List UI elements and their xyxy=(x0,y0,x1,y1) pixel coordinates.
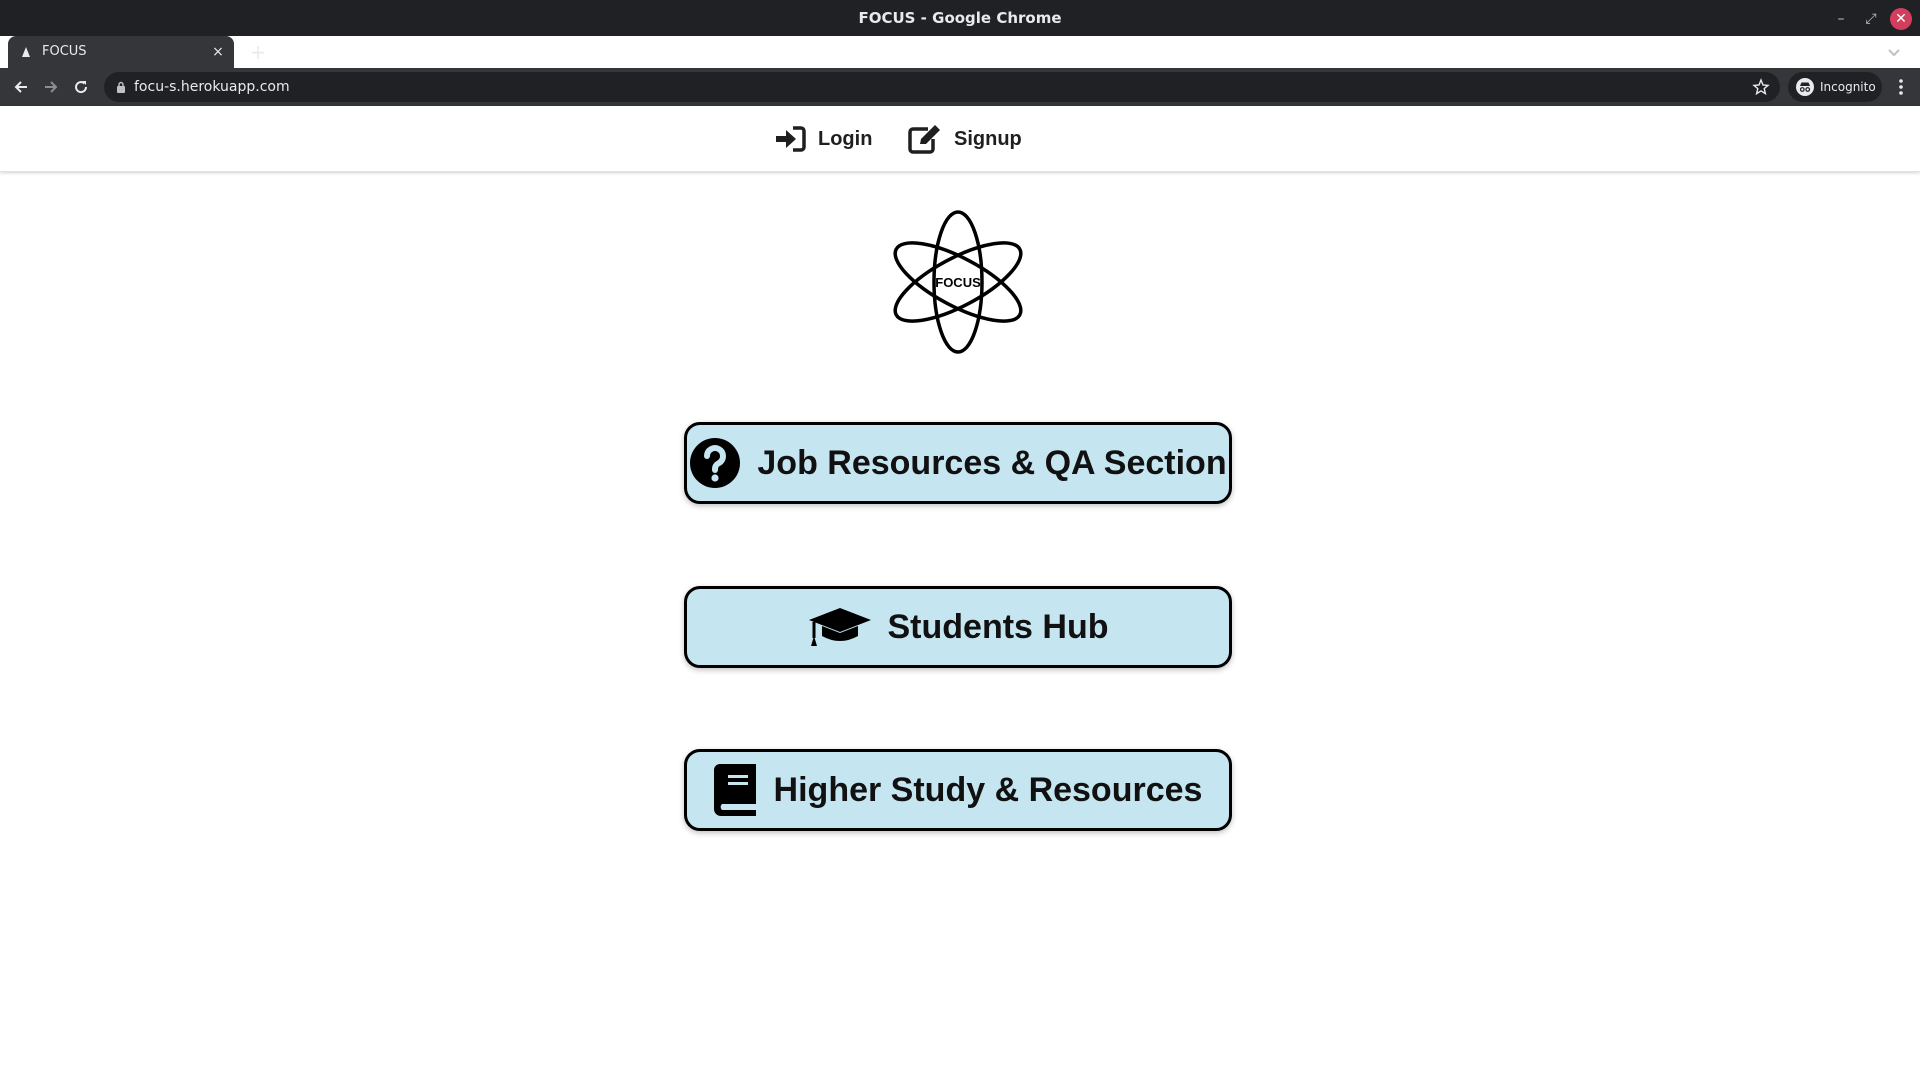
favicon-icon xyxy=(22,47,30,57)
browser-tab[interactable]: FOCUS × xyxy=(8,36,234,68)
higher-study-label: Higher Study & Resources xyxy=(773,770,1203,809)
incognito-icon xyxy=(1796,78,1814,96)
reload-button[interactable] xyxy=(70,76,92,98)
lock-icon[interactable] xyxy=(116,81,126,93)
job-resources-button[interactable]: Job Resources & QA Section xyxy=(684,422,1232,504)
more-vert-icon xyxy=(1899,79,1903,95)
forward-button[interactable] xyxy=(40,76,62,98)
graduation-cap-icon xyxy=(808,608,871,646)
chrome-menu-button[interactable] xyxy=(1890,76,1912,98)
students-hub-label: Students Hub xyxy=(887,607,1109,646)
url-text[interactable]: focu-s.herokuapp.com xyxy=(134,72,290,102)
incognito-label: Incognito xyxy=(1820,80,1876,94)
arrow-right-icon xyxy=(45,81,58,93)
reload-icon xyxy=(75,81,88,94)
signup-label: Signup xyxy=(954,127,1022,150)
tab-title: FOCUS xyxy=(42,44,87,59)
incognito-profile-button[interactable]: Incognito xyxy=(1788,72,1882,102)
new-tab-button[interactable]: + xyxy=(246,40,270,64)
focus-logo: FOCUS xyxy=(893,210,1023,354)
maximize-button[interactable]: ⤢ xyxy=(1860,8,1882,30)
tab-close-icon[interactable]: × xyxy=(210,44,226,60)
login-link[interactable]: Login xyxy=(776,122,872,156)
higher-study-button[interactable]: Higher Study & Resources xyxy=(684,749,1232,831)
minimize-button[interactable]: – xyxy=(1830,8,1852,30)
arrow-left-icon xyxy=(14,81,27,93)
close-window-button[interactable]: ✕ xyxy=(1890,8,1912,30)
question-circle-icon xyxy=(690,438,741,488)
bookmark-star-icon[interactable] xyxy=(1752,78,1770,96)
address-bar[interactable]: focu-s.herokuapp.com xyxy=(104,72,1780,102)
window-title: FOCUS - Google Chrome xyxy=(858,9,1062,27)
site-navbar: Login Signup xyxy=(0,106,1920,172)
job-resources-label: Job Resources & QA Section xyxy=(757,443,1227,482)
book-icon xyxy=(713,764,756,816)
login-label: Login xyxy=(818,127,873,150)
signup-link[interactable]: Signup xyxy=(908,122,1022,156)
logo-text: FOCUS xyxy=(935,275,981,290)
students-hub-button[interactable]: Students Hub xyxy=(684,586,1232,668)
window-titlebar: FOCUS - Google Chrome – ⤢ ✕ xyxy=(0,0,1920,36)
tab-search-icon[interactable] xyxy=(1884,42,1904,62)
sign-in-icon xyxy=(776,126,806,152)
edit-icon xyxy=(908,125,940,154)
back-button[interactable] xyxy=(10,76,32,98)
browser-toolbar: focu-s.herokuapp.com Incognito xyxy=(0,68,1920,106)
page-content: Login Signup FOCUS Job Resources & QA Se… xyxy=(0,106,1920,1080)
